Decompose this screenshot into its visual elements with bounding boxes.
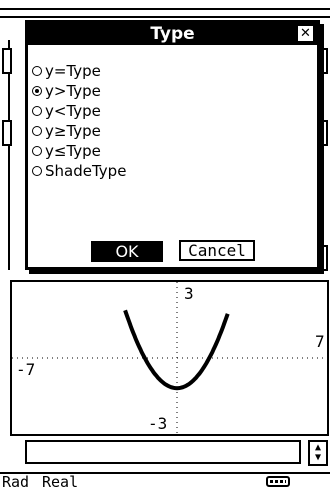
option-y-less[interactable]: y<Type xyxy=(32,101,126,121)
input-line[interactable] xyxy=(25,440,301,464)
left-tab xyxy=(2,48,12,74)
radio-selected-icon xyxy=(32,86,42,96)
option-label: y≤Type xyxy=(45,142,101,160)
option-label: y=Type xyxy=(45,62,101,80)
number-mode[interactable]: Real xyxy=(42,474,78,490)
cancel-button[interactable]: Cancel xyxy=(179,240,255,261)
scroll-stepper[interactable]: ▲ ▼ xyxy=(308,440,328,466)
parabola-curve xyxy=(123,309,230,391)
option-label: ShadeType xyxy=(45,162,127,180)
y-max-label: 3 xyxy=(184,284,194,303)
radio-icon xyxy=(32,106,42,116)
type-options: y=Type y>Type y<Type y≥Type y≤Type Shade… xyxy=(32,61,126,181)
angle-mode[interactable]: Rad xyxy=(2,474,29,490)
graph-plot xyxy=(12,282,327,434)
option-y-greater[interactable]: y>Type xyxy=(32,81,126,101)
dialog-title: Type xyxy=(150,24,195,44)
type-dialog: Type ✕ y=Type y>Type y<Type y≥Type y≤Typ… xyxy=(25,20,320,270)
option-label: y≥Type xyxy=(45,122,101,140)
radio-icon xyxy=(32,146,42,156)
option-label: y>Type xyxy=(45,82,101,100)
ok-button[interactable]: OK xyxy=(91,241,163,262)
dialog-titlebar: Type ✕ xyxy=(28,23,317,45)
y-min-label: -3 xyxy=(148,414,168,433)
left-edge-panel xyxy=(0,40,10,270)
triangle-down-icon[interactable]: ▼ xyxy=(315,453,321,463)
x-max-label: 7 xyxy=(315,332,325,351)
left-tab xyxy=(2,120,12,146)
radio-icon xyxy=(32,126,42,136)
option-y-greater-equal[interactable]: y≥Type xyxy=(32,121,126,141)
radio-icon xyxy=(32,66,42,76)
x-min-label: -7 xyxy=(16,360,36,379)
menu-bar-strip xyxy=(0,8,330,18)
option-y-equal[interactable]: y=Type xyxy=(32,61,126,81)
battery-icon xyxy=(266,476,290,487)
status-bar: Rad Real xyxy=(0,472,330,490)
option-y-less-equal[interactable]: y≤Type xyxy=(32,141,126,161)
option-shade-type[interactable]: ShadeType xyxy=(32,161,126,181)
radio-icon xyxy=(32,166,42,176)
option-label: y<Type xyxy=(45,102,101,120)
graph-window[interactable]: 3 7 -7 -3 xyxy=(10,280,329,436)
close-icon[interactable]: ✕ xyxy=(298,26,313,41)
